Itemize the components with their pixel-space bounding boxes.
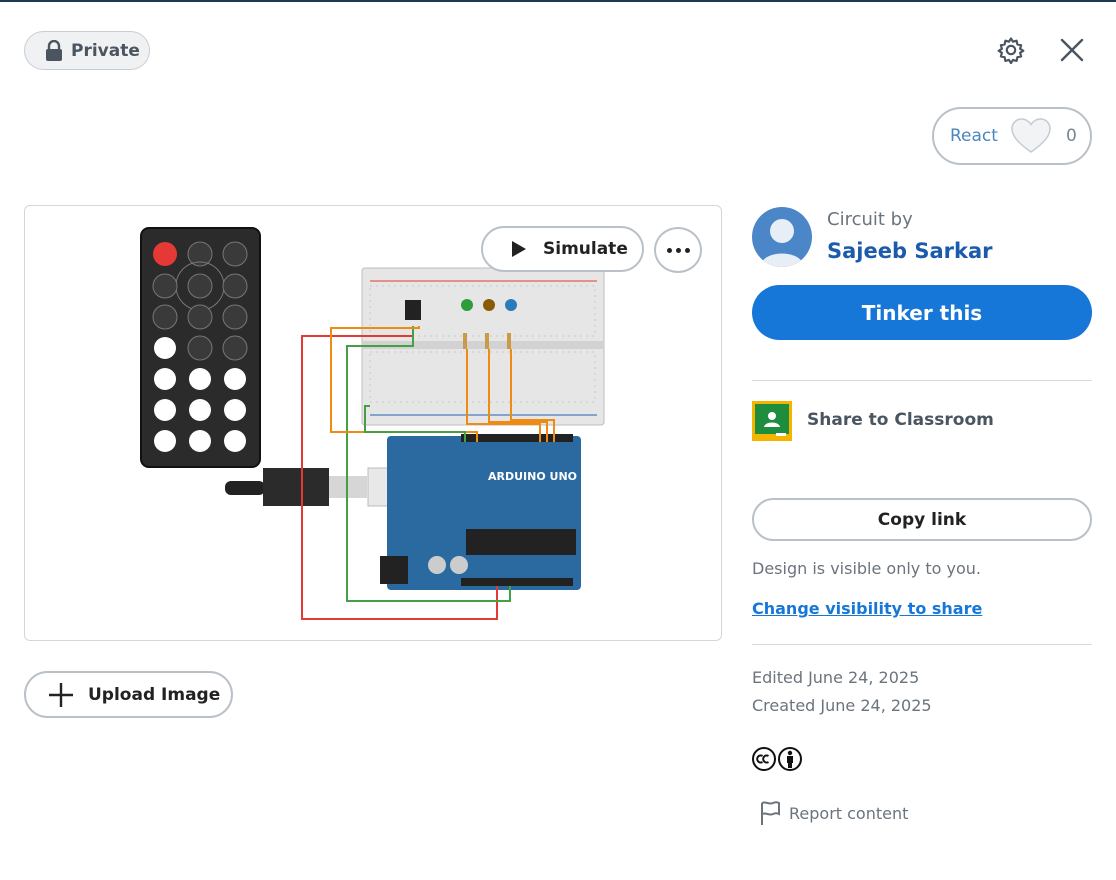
more-icon-dot xyxy=(675,247,681,253)
avatar[interactable] xyxy=(752,207,812,267)
report-content-link[interactable]: Report content xyxy=(759,800,908,826)
visibility-note: Design is visible only to you. xyxy=(752,559,981,578)
svg-text:ARDUINO UNO: ARDUINO UNO xyxy=(488,470,577,483)
more-icon-dot xyxy=(666,247,672,253)
copy-link-button[interactable]: Copy link xyxy=(752,498,1092,541)
divider xyxy=(752,644,1092,645)
react-count: 0 xyxy=(1065,126,1077,146)
creative-commons-icon[interactable] xyxy=(752,746,804,772)
edited-date: Edited June 24, 2025 xyxy=(752,668,920,687)
gear-icon[interactable] xyxy=(997,36,1025,64)
private-badge[interactable]: Private xyxy=(24,31,150,70)
plus-icon xyxy=(49,682,73,707)
react-label: React xyxy=(950,126,998,146)
upload-image-button[interactable]: Upload Image xyxy=(24,671,233,718)
private-label: Private xyxy=(71,40,140,61)
flag-icon xyxy=(761,801,780,825)
more-options-button[interactable] xyxy=(654,227,702,273)
tinker-this-button[interactable]: Tinker this xyxy=(752,285,1092,340)
simulate-button[interactable]: Simulate xyxy=(481,226,644,272)
arduino-uno-board: ARDUINO UNO xyxy=(380,434,581,590)
google-classroom-icon[interactable] xyxy=(752,401,792,441)
share-to-classroom-link[interactable]: Share to Classroom xyxy=(807,410,994,430)
author-name-link[interactable]: Sajeeb Sarkar xyxy=(827,239,992,263)
created-date: Created June 24, 2025 xyxy=(752,696,932,715)
play-icon xyxy=(512,241,526,257)
upload-image-label: Upload Image xyxy=(88,684,221,705)
simulate-label: Simulate xyxy=(543,239,628,259)
react-button[interactable]: React 0 xyxy=(932,107,1092,165)
divider xyxy=(752,380,1092,381)
top-border xyxy=(0,0,1116,2)
circuit-preview[interactable]: ARDUINO UNO Simulate xyxy=(24,205,722,641)
ir-remote xyxy=(140,227,261,468)
more-icon-dot xyxy=(684,247,690,253)
avatar-person-icon xyxy=(760,219,804,267)
heart-icon[interactable] xyxy=(1010,117,1052,155)
change-visibility-link[interactable]: Change visibility to share xyxy=(752,599,982,618)
close-icon[interactable] xyxy=(1058,36,1086,64)
circuit-by-label: Circuit by xyxy=(827,209,913,230)
lock-icon xyxy=(46,39,62,61)
report-content-label: Report content xyxy=(789,803,909,823)
